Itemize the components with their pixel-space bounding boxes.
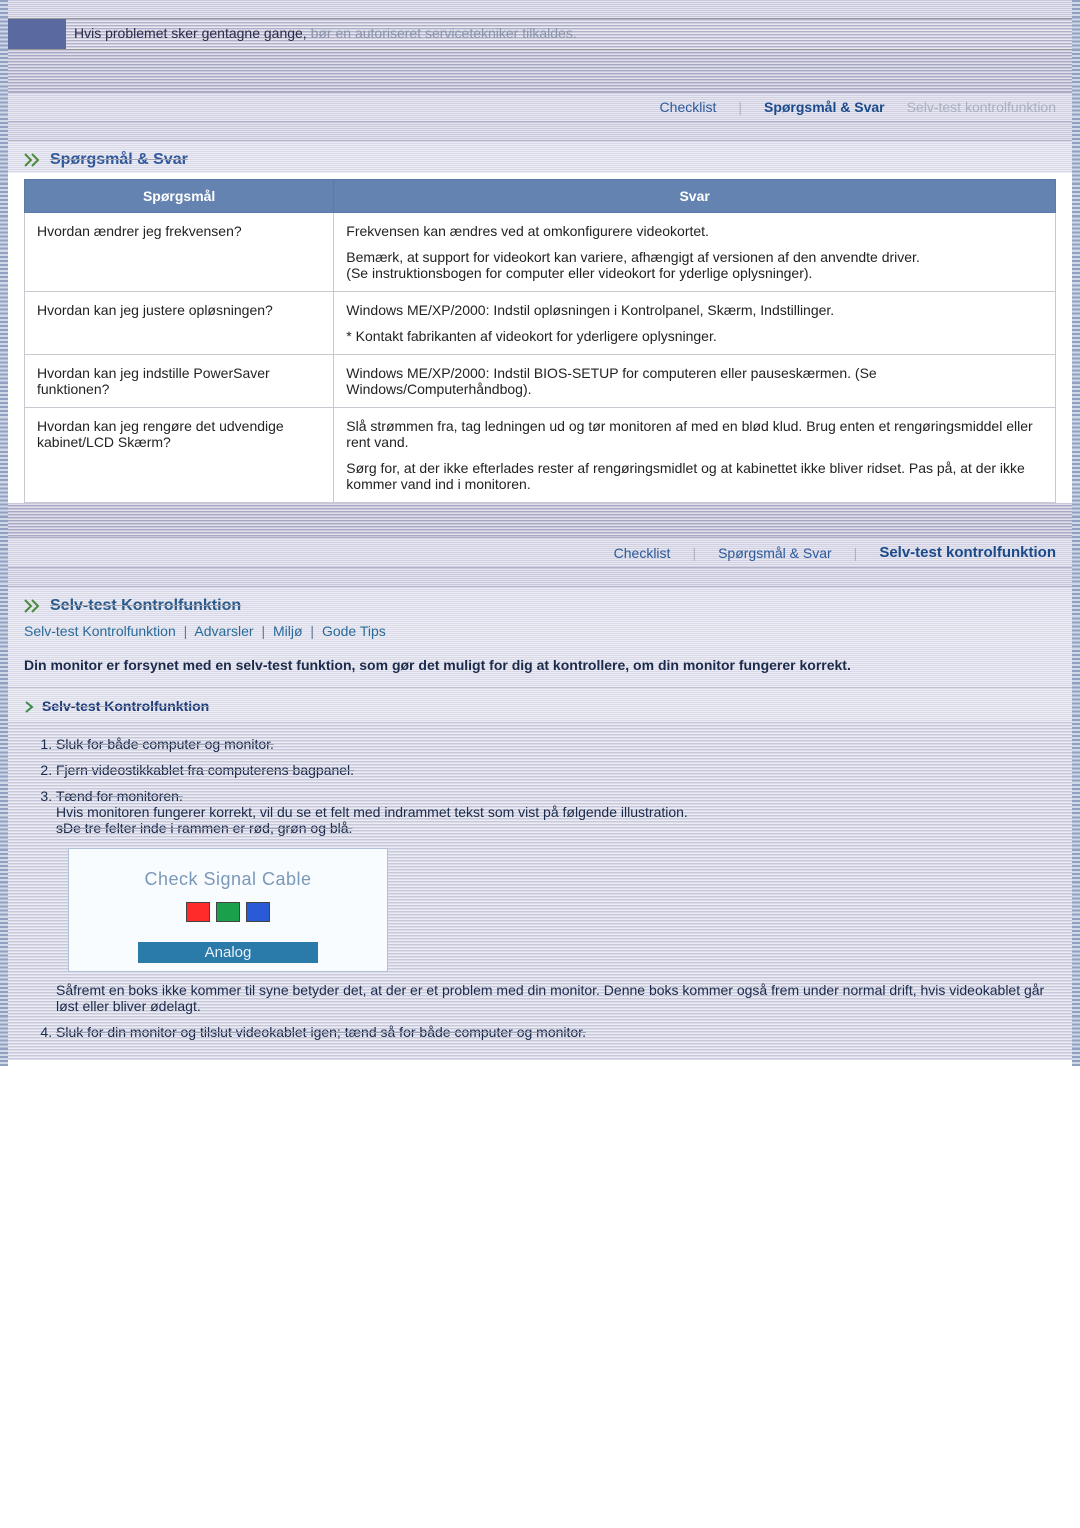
list-item: Sluk for din monitor og tilslut videokab… — [56, 1024, 1056, 1040]
subnav-selftest-link[interactable]: Selv-test kontrolfunktion — [907, 99, 1056, 115]
separator-icon: | — [854, 545, 858, 561]
step-3-note: Såfremt en boks ikke kommer til syne bet… — [56, 982, 1056, 1014]
green-square-icon — [216, 902, 240, 922]
subnav-2: Checklist | Spørgsmål & Svar | Selv-test… — [8, 537, 1072, 568]
stripe-decoration — [8, 50, 1072, 92]
step-1-text: Sluk for både computer og monitor. — [56, 736, 274, 752]
stripe-decoration — [8, 1060, 1072, 1066]
step-2-text: Fjern videostikkablet fra computerens ba… — [56, 762, 354, 778]
analog-label: Analog — [138, 942, 318, 963]
stripe-decoration — [8, 568, 1072, 586]
separator-icon: | — [738, 99, 742, 115]
subnav-qa-link[interactable]: Spørgsmål & Svar — [718, 545, 832, 561]
list-item: Sluk for både computer og monitor. — [56, 736, 1056, 752]
stripe-decoration — [8, 122, 1072, 140]
subnav-qa-link[interactable]: Spørgsmål & Svar — [764, 99, 885, 115]
red-square-icon — [186, 902, 210, 922]
subnav-selftest-link[interactable]: Selv-test kontrolfunktion — [879, 544, 1056, 561]
top-note-prefix: Hvis problemet sker gentagne gange, — [74, 25, 311, 41]
selftest-sublinks: Selv-test Kontrolfunktion | Advarsler | … — [8, 619, 1072, 647]
separator-icon: | — [692, 545, 696, 561]
sublink-miljo[interactable]: Miljø — [273, 623, 303, 639]
qa-table: Spørgsmål Svar Hvordan ændrer jeg frekve… — [24, 179, 1056, 503]
list-item: Fjern videostikkablet fra computerens ba… — [56, 762, 1056, 778]
subnav-1: Checklist | Spørgsmål & Svar Selv-test k… — [8, 92, 1072, 122]
chevron-icon — [24, 700, 36, 712]
top-note-text: Hvis problemet sker gentagne gange, bør … — [66, 19, 585, 49]
table-row: Hvordan ændrer jeg frekvensen? Frekvense… — [25, 213, 1056, 292]
step-3a-text: Tænd for monitoren. — [56, 788, 183, 804]
qa-header-question: Spørgsmål — [25, 180, 334, 213]
list-item: Tænd for monitoren. Hvis monitoren funge… — [56, 788, 1056, 1014]
top-note-bar: Hvis problemet sker gentagne gange, bør … — [8, 18, 1072, 50]
qa-answer: Windows ME/XP/2000: Indstil BIOS-SETUP f… — [334, 355, 1056, 408]
sublink-selftest[interactable]: Selv-test Kontrolfunktion — [24, 623, 176, 639]
separator-icon: | — [261, 623, 265, 639]
step-4-text: Sluk for din monitor og tilslut videokab… — [56, 1024, 586, 1040]
qa-answer: Frekvensen kan ændres ved at omkonfigure… — [334, 213, 1056, 292]
subnav-checklist-link[interactable]: Checklist — [660, 99, 717, 115]
double-chevron-icon — [24, 153, 42, 167]
qa-header-answer: Svar — [334, 180, 1056, 213]
step-3c-text: sDe tre felter inde i rammen er rød, grø… — [56, 820, 352, 836]
signal-box-title: Check Signal Cable — [79, 869, 377, 890]
step-3b-text: Hvis monitoren fungerer korrekt, vil du … — [56, 804, 688, 820]
double-chevron-icon — [24, 599, 42, 613]
separator-icon: | — [310, 623, 314, 639]
selftest-mini-header: Selv-test Kontrolfunktion — [8, 688, 1072, 720]
sublink-godetips[interactable]: Gode Tips — [322, 623, 386, 639]
qa-answer: Windows ME/XP/2000: Indstil opløsningen … — [334, 292, 1056, 355]
table-row: Hvordan kan jeg indstille PowerSaver fun… — [25, 355, 1056, 408]
table-row: Hvordan kan jeg justere opløsningen? Win… — [25, 292, 1056, 355]
selftest-intro: Din monitor er forsynet med en selv-test… — [8, 647, 1072, 688]
selftest-mini-header-text: Selv-test Kontrolfunktion — [42, 698, 209, 714]
qa-section-header: Spørgsmål & Svar — [8, 140, 1072, 173]
qa-question: Hvordan kan jeg rengøre det udvendige ka… — [25, 408, 334, 503]
separator-icon: | — [184, 623, 188, 639]
qa-question: Hvordan kan jeg indstille PowerSaver fun… — [25, 355, 334, 408]
selftest-section-title: Selv-test Kontrolfunktion — [50, 597, 241, 615]
stripe-decoration — [8, 503, 1072, 537]
selftest-steps: Sluk for både computer og monitor. Fjern… — [8, 720, 1072, 1060]
qa-question: Hvordan ændrer jeg frekvensen? — [25, 213, 334, 292]
stripe-decoration — [8, 0, 1072, 18]
subnav-checklist-link[interactable]: Checklist — [614, 545, 671, 561]
check-signal-cable-box: Check Signal Cable Analog — [68, 848, 388, 972]
blue-square-icon — [246, 902, 270, 922]
top-note-suffix: bør en autoriseret servicetekniker tilka… — [311, 25, 577, 41]
table-row: Hvordan kan jeg rengøre det udvendige ka… — [25, 408, 1056, 503]
qa-question: Hvordan kan jeg justere opløsningen? — [25, 292, 334, 355]
selftest-section-header: Selv-test Kontrolfunktion — [8, 586, 1072, 619]
qa-section-title: Spørgsmål & Svar — [50, 151, 188, 169]
qa-answer: Slå strømmen fra, tag ledningen ud og tø… — [334, 408, 1056, 503]
rgb-squares — [79, 902, 377, 922]
sublink-advarsler[interactable]: Advarsler — [194, 623, 253, 639]
blue-square-icon — [8, 19, 66, 49]
